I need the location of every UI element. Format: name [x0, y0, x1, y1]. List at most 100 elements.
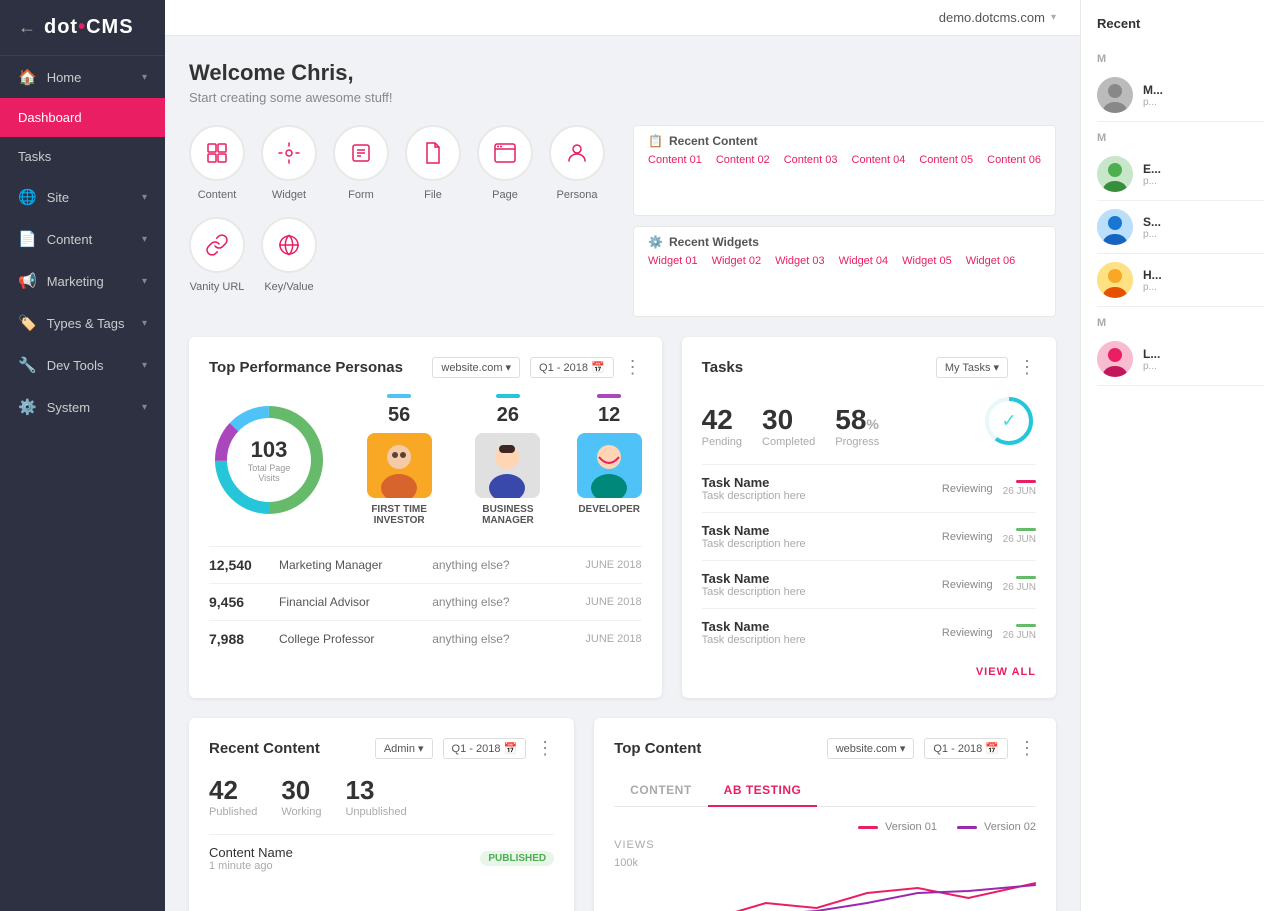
- tc-site-dropdown[interactable]: website.com ▾: [827, 738, 915, 759]
- chevron-down-icon: ▾: [142, 192, 147, 203]
- top-content-card: Top Content website.com ▾ Q1 - 2018 📅 ⋮: [594, 718, 1056, 911]
- rc-link-1[interactable]: Content 01: [648, 154, 702, 166]
- topbar: demo.dotcms.com ▾: [165, 0, 1080, 36]
- task-info-3: Task Name Task description here: [702, 619, 932, 646]
- widget-circle: [261, 125, 317, 181]
- quick-icon-persona[interactable]: Persona: [549, 125, 605, 201]
- task-date-line-0: [1016, 480, 1036, 483]
- sidebar-item-home[interactable]: 🏠 Home ▾: [0, 56, 165, 98]
- task-row-2: Task Name Task description here Reviewin…: [702, 560, 1036, 608]
- user-info-3: H... p...: [1143, 268, 1162, 293]
- progress-number: 58%: [835, 404, 879, 436]
- progress-circle: ✓: [982, 394, 1036, 448]
- task-desc-1: Task description here: [702, 538, 932, 550]
- chevron-down-icon: ▾: [142, 402, 147, 413]
- quick-icon-content[interactable]: Content: [189, 125, 245, 201]
- published-stat: 42 Published: [209, 775, 257, 818]
- persona-avatar-0: [367, 433, 432, 498]
- personas-more-icon[interactable]: ⋮: [624, 357, 642, 378]
- personas-period-dropdown[interactable]: Q1 - 2018 📅: [530, 357, 614, 378]
- legend-version2: Version 02: [957, 821, 1036, 833]
- tab-content[interactable]: CONTENT: [614, 775, 708, 807]
- completed-number: 30: [762, 404, 815, 436]
- file-circle: [405, 125, 461, 181]
- rw-link-3[interactable]: Widget 03: [775, 255, 825, 267]
- unpublished-num: 13: [345, 775, 406, 806]
- view-all-link[interactable]: VIEW ALL: [702, 666, 1036, 678]
- task-status-0: Reviewing: [942, 483, 993, 495]
- table-tag-1: anything else?: [432, 595, 575, 609]
- task-status-1: Reviewing: [942, 531, 993, 543]
- recent-user-item-4: L... p...: [1097, 333, 1264, 386]
- devtools-icon: 🔧: [18, 356, 37, 374]
- recent-boxes: 📋 Recent Content Content 01 Content 02 C…: [633, 125, 1056, 317]
- recent-content-title: Recent Content: [209, 740, 320, 757]
- tab-ab-testing[interactable]: AB TESTING: [708, 775, 818, 807]
- quick-label-widget: Widget: [272, 189, 306, 201]
- personas-site-dropdown[interactable]: website.com ▾: [432, 357, 520, 378]
- back-button[interactable]: ←: [18, 17, 36, 38]
- personas-header: Top Performance Personas website.com ▾ Q…: [209, 357, 642, 378]
- tc-more-icon[interactable]: ⋮: [1018, 738, 1036, 759]
- published-label: Published: [209, 806, 257, 818]
- sidebar-label-system: System: [47, 400, 90, 415]
- completed-label: Completed: [762, 436, 815, 448]
- task-row-1: Task Name Task description here Reviewin…: [702, 512, 1036, 560]
- tasks-card: Tasks My Tasks ▾ ⋮ 42 Pending: [682, 337, 1056, 698]
- tasks-filter-dropdown[interactable]: My Tasks ▾: [936, 357, 1008, 378]
- rc-link-3[interactable]: Content 03: [784, 154, 838, 166]
- tasks-more-icon[interactable]: ⋮: [1018, 357, 1036, 378]
- sidebar-item-tasks[interactable]: Tasks: [0, 137, 165, 176]
- rw-link-6[interactable]: Widget 06: [966, 255, 1016, 267]
- tc-period-dropdown[interactable]: Q1 - 2018 📅: [924, 738, 1008, 759]
- bottom-row: Recent Content Admin ▾ Q1 - 2018 📅 ⋮: [189, 718, 1056, 911]
- right-panel: Recent M M... p... M E... p... S... p...: [1080, 0, 1280, 911]
- sidebar-item-dashboard[interactable]: Dashboard: [0, 98, 165, 137]
- task-date-line-2: [1016, 576, 1036, 579]
- chevron-down-icon: ▾: [142, 276, 147, 287]
- legend-version1: Version 01: [858, 821, 937, 833]
- sidebar-item-types-tags[interactable]: 🏷️ Types & Tags ▾: [0, 302, 165, 344]
- task-date-line-1: [1016, 528, 1036, 531]
- quick-icon-widget[interactable]: Widget: [261, 125, 317, 201]
- sidebar-item-system[interactable]: ⚙️ System ▾: [0, 386, 165, 428]
- task-info-0: Task Name Task description here: [702, 475, 932, 502]
- recent-widgets-box: ⚙️ Recent Widgets Widget 01 Widget 02 Wi…: [633, 226, 1056, 317]
- sidebar-item-content[interactable]: 📄 Content ▾: [0, 218, 165, 260]
- avatar-4: [1097, 341, 1133, 377]
- chevron-down-icon: ▾: [142, 360, 147, 371]
- tasks-progress-stat: 58% Progress: [835, 404, 879, 448]
- tasks-controls: My Tasks ▾ ⋮: [936, 357, 1036, 378]
- content-stats: 42 Published 30 Working 13 Unpublished: [209, 775, 554, 818]
- rc-period-dropdown[interactable]: Q1 - 2018 📅: [443, 738, 527, 759]
- views-label: VIEWS: [614, 839, 1036, 851]
- rc-link-6[interactable]: Content 06: [987, 154, 1041, 166]
- quick-label-page: Page: [492, 189, 518, 201]
- rw-link-5[interactable]: Widget 05: [902, 255, 952, 267]
- sidebar-item-dev-tools[interactable]: 🔧 Dev Tools ▾: [0, 344, 165, 386]
- quick-icon-page[interactable]: Page: [477, 125, 533, 201]
- rc-link-5[interactable]: Content 05: [919, 154, 973, 166]
- quick-icon-form[interactable]: Form: [333, 125, 389, 201]
- rw-link-4[interactable]: Widget 04: [839, 255, 889, 267]
- rc-more-icon[interactable]: ⋮: [536, 738, 554, 759]
- quick-icon-vanity-url[interactable]: Vanity URL: [189, 217, 245, 293]
- rc-link-4[interactable]: Content 04: [852, 154, 906, 166]
- sidebar-item-site[interactable]: 🌐 Site ▾: [0, 176, 165, 218]
- user-info-4: L... p...: [1143, 347, 1160, 372]
- table-row: 9,456 Financial Advisor anything else? J…: [209, 583, 642, 620]
- rw-link-2[interactable]: Widget 02: [712, 255, 762, 267]
- quick-icon-keyvalue[interactable]: Key/Value: [261, 217, 317, 293]
- sidebar-item-marketing[interactable]: 📢 Marketing ▾: [0, 260, 165, 302]
- rc-link-2[interactable]: Content 02: [716, 154, 770, 166]
- task-date-wrap-1: 26 JUN: [1003, 528, 1036, 545]
- persona-item-2: 12 Developer: [577, 394, 642, 526]
- rc-admin-dropdown[interactable]: Admin ▾: [375, 738, 433, 759]
- rw-link-1[interactable]: Widget 01: [648, 255, 698, 267]
- sidebar-label-dashboard: Dashboard: [18, 110, 82, 125]
- recent-user-item-1: E... p...: [1097, 148, 1264, 201]
- content-list: Content Name 1 minute ago PUBLISHED: [209, 834, 554, 882]
- user-info-1: E... p...: [1143, 162, 1161, 187]
- quick-icon-file[interactable]: File: [405, 125, 461, 201]
- content-item-name: Content Name 1 minute ago: [209, 845, 293, 872]
